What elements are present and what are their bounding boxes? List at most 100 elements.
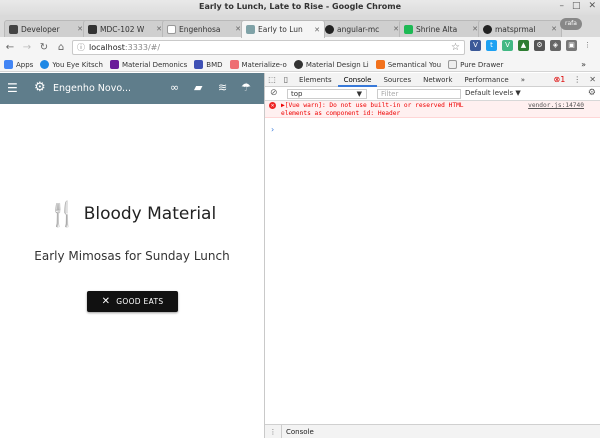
browser-tab[interactable]: Developer ✕: [4, 20, 88, 37]
github-icon: [88, 24, 97, 34]
back-icon[interactable]: ←: [3, 42, 17, 53]
address-bar[interactable]: ⓘ localhost:3333/#/ ☆: [72, 40, 465, 55]
twitter-icon[interactable]: t: [486, 40, 497, 51]
browser-tab[interactable]: Engenhosa ✕: [162, 20, 246, 37]
drawer-tab-console[interactable]: Console: [281, 424, 318, 438]
clear-console-icon[interactable]: ⊘: [270, 88, 278, 98]
bookmark-icon: [293, 60, 303, 69]
bookmarks-bar: Apps You Eye Kitsch Material Demonics BM…: [0, 58, 600, 72]
browser-tab[interactable]: matsprmal ✕: [478, 20, 562, 37]
close-window-button[interactable]: ✕: [588, 1, 596, 11]
bookmark-icon: [229, 60, 239, 69]
app-viewport: ☰ ⚙ Engenho Novo... ∞ ▰ ≋ ☂ 🍴 Bloody Mat…: [0, 73, 264, 438]
vue-devtools-icon[interactable]: V: [502, 40, 513, 51]
tab-elements[interactable]: Elements: [293, 73, 338, 87]
infinity-icon[interactable]: ∞: [170, 81, 179, 94]
tab-console[interactable]: Console: [337, 73, 378, 87]
brand-lockup: 🍴 Bloody Material: [0, 201, 264, 227]
menu-icon[interactable]: ☰: [7, 82, 18, 94]
page-icon: [167, 24, 176, 34]
tab-performance[interactable]: Performance: [458, 73, 514, 87]
good-eats-label: GOOD EATS: [116, 297, 164, 306]
window-title: Early to Lunch, Late to Rise - Google Ch…: [198, 2, 402, 11]
log-levels-select[interactable]: Default levels ▼: [465, 89, 521, 97]
bookmark-item[interactable]: BMD: [194, 60, 223, 69]
console-error-message[interactable]: ✕ ▶[Vue warn]: Do not use built-in or re…: [265, 101, 600, 118]
pool-icon[interactable]: ≋: [218, 81, 227, 94]
extensions-bar: V t V ▲ ⚙ ◈ ▣ ⋮: [470, 40, 593, 51]
logo-gears-icon: ⚙: [34, 80, 46, 95]
bookmarks-overflow-icon[interactable]: »: [581, 60, 586, 69]
tab-label: Early to Lun: [258, 25, 303, 34]
forward-icon[interactable]: →: [20, 42, 34, 53]
inspect-icon[interactable]: ⬚: [265, 75, 279, 84]
maximize-button[interactable]: □: [572, 1, 581, 11]
extension-v-icon[interactable]: V: [470, 40, 481, 51]
good-eats-button[interactable]: ✕ GOOD EATS: [87, 291, 178, 312]
tab-close-icon[interactable]: ✕: [314, 26, 320, 34]
github-icon: [483, 24, 492, 34]
bookmark-item[interactable]: Pure Drawer: [448, 60, 503, 69]
bookmark-item[interactable]: Materialize-o: [229, 60, 287, 69]
github-icon: [9, 24, 18, 34]
error-count-badge[interactable]: ⊗1: [554, 75, 566, 84]
bookmark-item[interactable]: Material Demonics: [109, 60, 187, 69]
device-toolbar-icon[interactable]: ▯: [279, 75, 293, 84]
app-title: Engenho Novo...: [53, 83, 132, 94]
minimize-button[interactable]: –: [559, 1, 564, 11]
tab-close-icon[interactable]: ✕: [551, 25, 557, 33]
extension-green-icon[interactable]: ▲: [518, 40, 529, 51]
bookmark-icon: [109, 60, 119, 69]
extension-square-icon[interactable]: ▣: [566, 40, 577, 51]
bookmark-icon: [375, 60, 385, 69]
console-filter-bar: ⊘ top ▼ Filter Default levels ▼ ⚙: [265, 87, 600, 101]
tab-label: Developer: [21, 24, 60, 34]
window-controls: – □ ✕: [559, 1, 596, 11]
brand-title: Bloody Material: [83, 204, 217, 224]
profile-badge[interactable]: rafa: [560, 18, 582, 30]
browser-tab[interactable]: MDC-102 W ✕: [83, 20, 167, 37]
home-icon[interactable]: ⌂: [54, 42, 68, 53]
app-favicon-icon: [246, 25, 255, 34]
book-icon[interactable]: ▰: [194, 81, 202, 94]
console-settings-icon[interactable]: ⚙: [588, 88, 596, 98]
tab-sources[interactable]: Sources: [377, 73, 417, 87]
tab-label: matsprmal: [495, 24, 536, 34]
browser-tab[interactable]: angular-mc ✕: [320, 20, 404, 37]
tab-network[interactable]: Network: [417, 73, 458, 87]
beach-umbrella-icon[interactable]: ☂: [241, 81, 251, 94]
info-icon[interactable]: ⓘ: [77, 42, 87, 53]
restaurant-icon: ✕: [101, 296, 111, 307]
devtools-tabbar: ⬚ ▯ Elements Console Sources Network Per…: [265, 73, 600, 87]
shrine-icon: [404, 24, 413, 34]
url-text: localhost:3333/#/: [89, 43, 161, 52]
tab-label: Engenhosa: [179, 24, 221, 34]
bookmark-star-icon[interactable]: ☆: [451, 42, 460, 53]
bookmark-item[interactable]: Semantical You: [375, 60, 441, 69]
error-icon: ✕: [269, 102, 276, 109]
devtools-close-icon[interactable]: ✕: [589, 75, 596, 84]
source-link[interactable]: vendor.js:14740: [528, 102, 584, 109]
browser-tab-active[interactable]: Early to Lun ✕: [241, 20, 325, 38]
reload-icon[interactable]: ↻: [37, 42, 51, 53]
bookmark-item[interactable]: Material Design Li: [293, 60, 369, 69]
bookmark-icon: [194, 60, 204, 69]
bookmark-icon: [448, 60, 458, 69]
tab-label: Shrine Alta: [416, 24, 458, 34]
more-tabs-icon[interactable]: »: [515, 73, 531, 87]
drawer-menu-icon[interactable]: ⋮: [265, 428, 281, 436]
devtools-panel: ⬚ ▯ Elements Console Sources Network Per…: [264, 73, 600, 438]
devtools-actions: ⊗1 ⋮ ✕: [554, 75, 597, 84]
chrome-menu-icon[interactable]: ⋮: [582, 40, 593, 51]
devtools-drawer: ⋮ Console: [265, 424, 600, 438]
error-text: ▶[Vue warn]: Do not use built-in or rese…: [281, 102, 464, 117]
bookmark-apps[interactable]: Apps: [4, 60, 33, 69]
devtools-menu-icon[interactable]: ⋮: [573, 75, 581, 84]
bookmark-item[interactable]: You Eye Kitsch: [40, 60, 103, 69]
filter-input[interactable]: Filter: [377, 89, 461, 99]
context-selector[interactable]: top ▼: [287, 89, 367, 99]
extension-shield-icon[interactable]: ◈: [550, 40, 561, 51]
extension-gear-icon[interactable]: ⚙: [534, 40, 545, 51]
console-prompt[interactable]: ›: [271, 125, 274, 134]
browser-tab[interactable]: Shrine Alta ✕: [399, 20, 483, 37]
